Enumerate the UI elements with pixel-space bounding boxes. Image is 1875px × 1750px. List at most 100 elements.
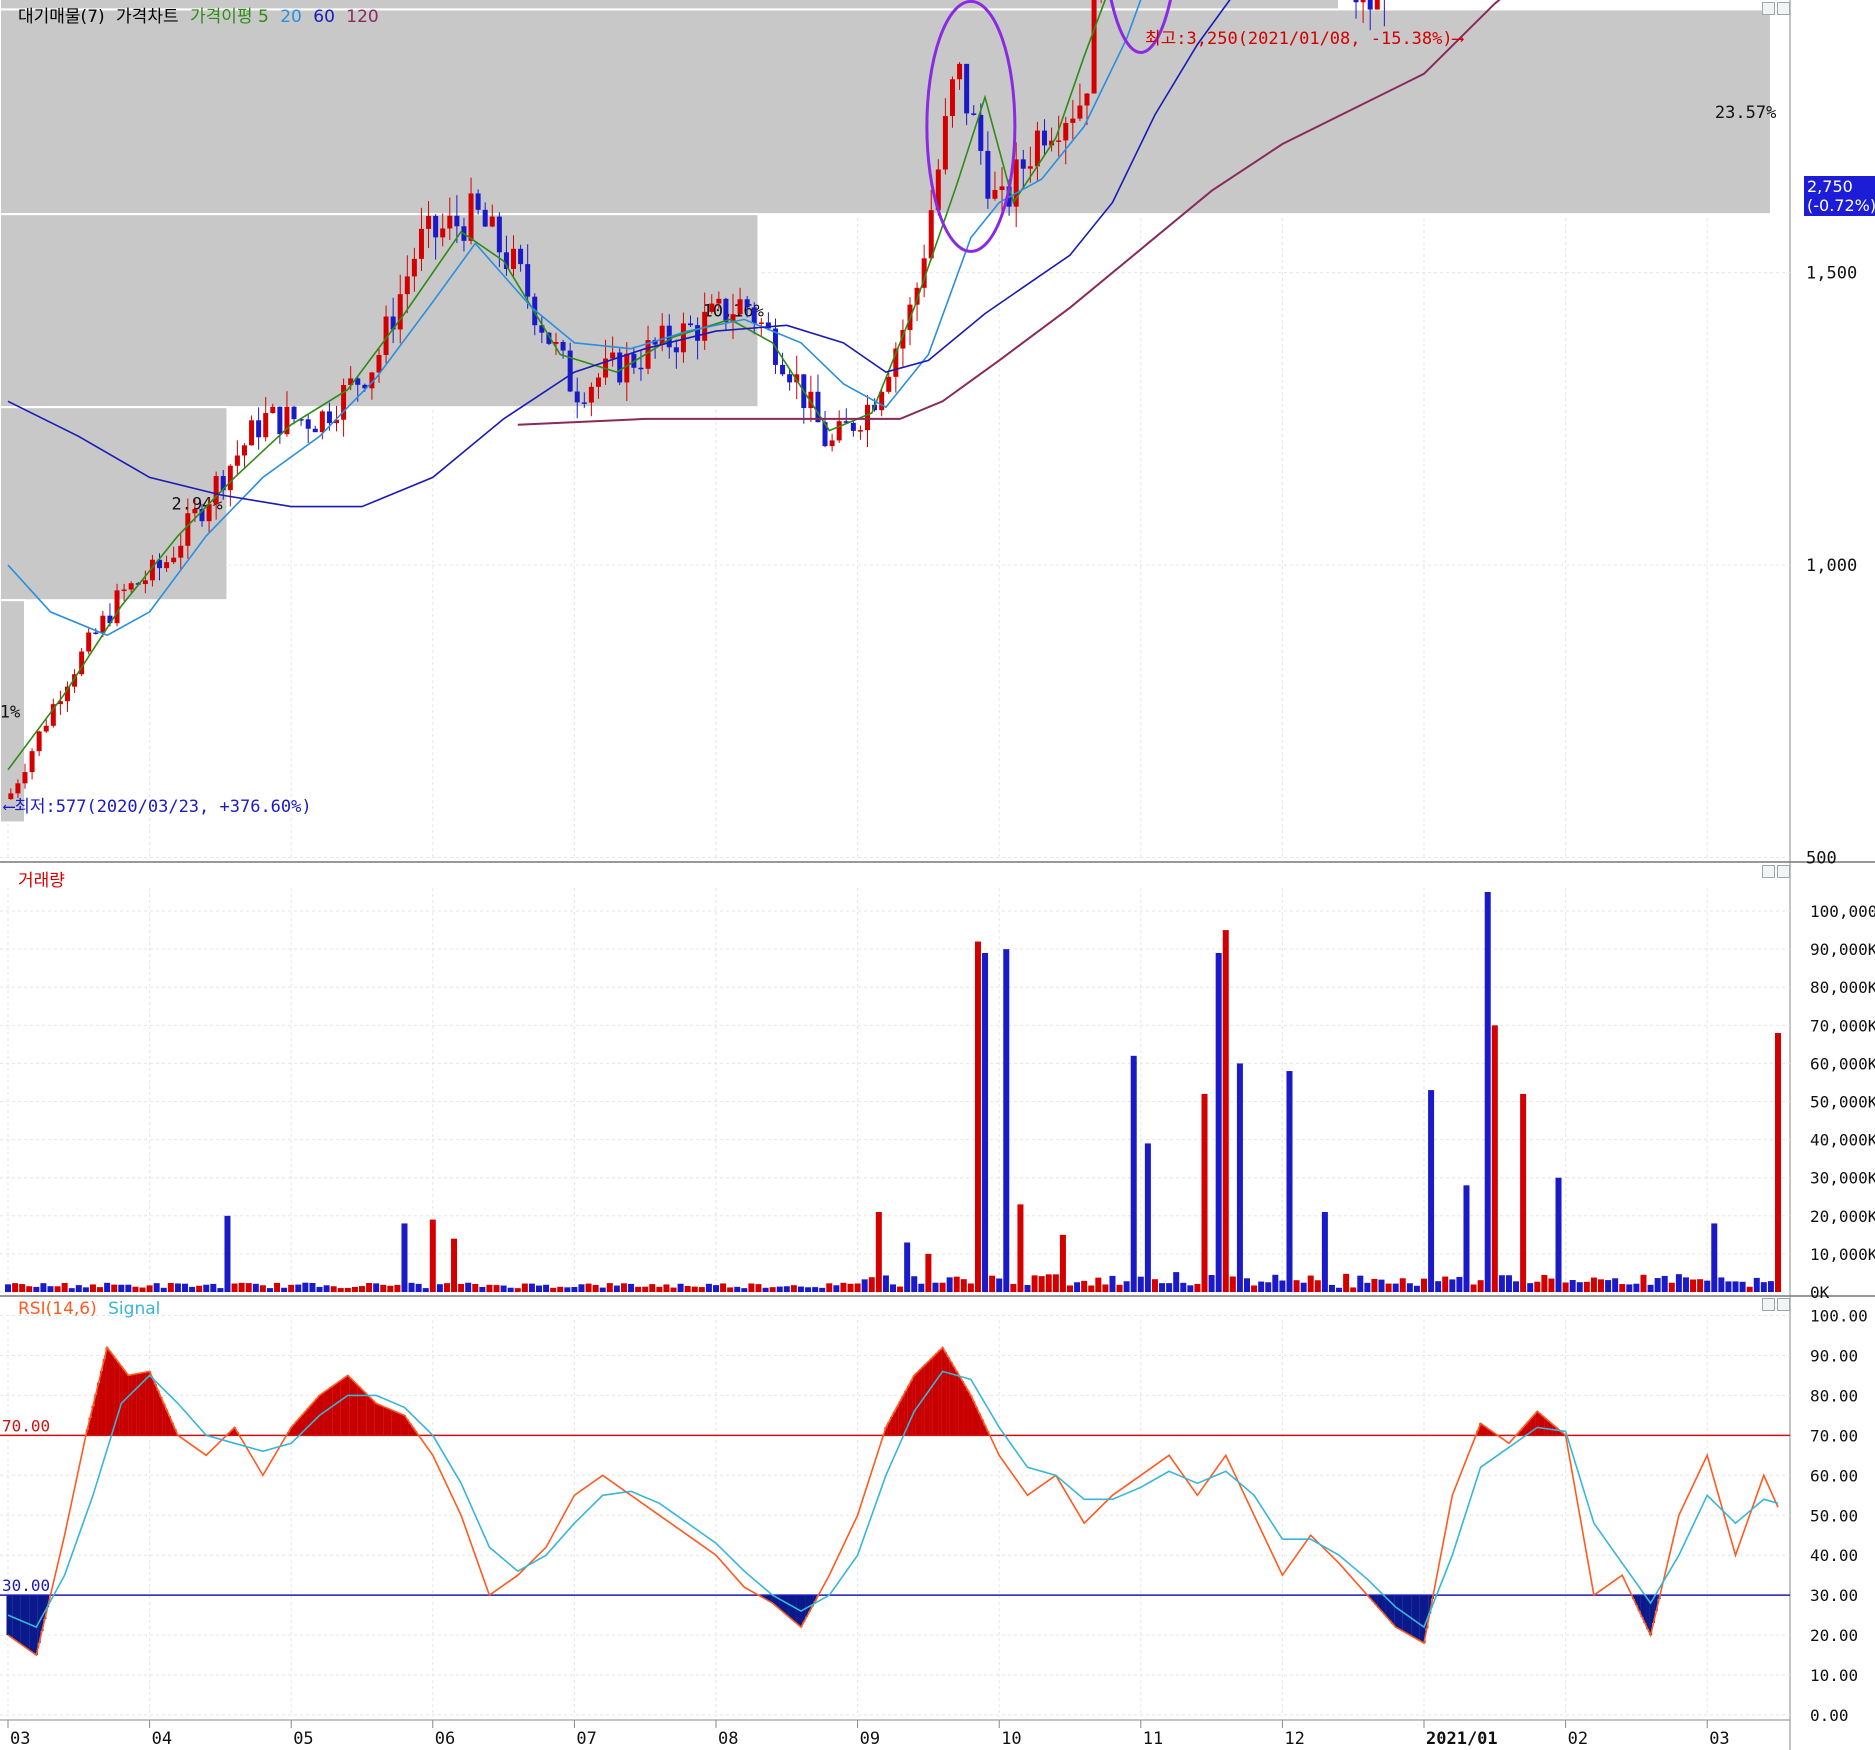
volume-bar [415,1283,422,1292]
candle-body [454,215,460,227]
candle-body [1063,122,1069,141]
volume-bar [684,1285,691,1292]
volume-bar [359,1286,365,1292]
volume-bar [429,1219,436,1292]
volume-bar [1258,1281,1265,1292]
volume-bar [932,1282,939,1292]
volume-pane-minimize-button[interactable] [1762,865,1775,878]
volume-bar [861,1279,868,1292]
volume-bar [656,1286,663,1292]
volume-axis-tick: 10,000K [1810,1245,1875,1264]
volume-bar [387,1285,394,1292]
candle-body [695,325,701,341]
volume-bar [1208,1275,1215,1292]
volume-bar [493,1285,500,1292]
volume-bar [1251,1285,1258,1292]
volume-bar [1293,1280,1300,1292]
volume-bar [160,1287,167,1292]
candle-body [1070,118,1076,123]
candle-body [992,189,998,199]
legend-ma60[interactable]: 60 [313,7,335,27]
candle-body [518,248,524,265]
candle-body [418,228,424,259]
volume-bar [790,1285,797,1292]
candle-body [241,445,247,456]
candle-body [270,406,276,414]
volume-bar [797,1286,804,1292]
volume-axis-tick: 60,000K [1810,1054,1875,1073]
candle-body [475,193,481,210]
candle-body [737,299,743,315]
candle-body [1027,166,1033,169]
volume-bar [1392,1283,1399,1292]
candle-body [942,116,948,170]
volume-bar [1173,1272,1180,1292]
volume-bar [882,1275,889,1292]
current-price-badge: 2,750 (-0.72%) [1804,176,1875,216]
volume-bar [1159,1283,1166,1292]
price-pane-minimize-button[interactable] [1762,2,1775,15]
volume-bar [1059,1234,1066,1292]
volume-bar [833,1285,840,1292]
candle-body [164,562,170,569]
volume-bar [436,1284,443,1292]
price-pane-close-button[interactable] [1777,2,1790,15]
volume-bar [585,1283,592,1292]
volume-bar [309,1283,316,1292]
volume-bar [557,1286,564,1292]
volume-bar [1123,1281,1130,1292]
volume-bar [1286,1071,1293,1292]
candle-body [680,323,686,353]
candle-body [326,411,332,424]
price-axis-tick: 1,000 [1806,556,1857,576]
volume-bar [1498,1275,1505,1292]
volume-pane-close-button[interactable] [1777,865,1790,878]
legend-volume[interactable]: 거래량 [18,871,65,891]
legend-ma120[interactable]: 120 [346,7,378,27]
volume-bar [698,1287,705,1292]
volume-bar [620,1283,627,1292]
high-annotation: 최고:3,250(2021/01/08, -15.38%)⟶ [1145,29,1465,49]
volume-bar [238,1282,245,1292]
rsi-axis-tick: 60.00 [1810,1466,1858,1485]
candle-body [256,420,262,438]
volume-bar [670,1287,677,1292]
candle-body [277,406,283,435]
volume-bar [642,1286,649,1292]
volume-bar [196,1285,203,1292]
current-price-value: 2,750 [1807,177,1853,196]
volume-bar [1626,1284,1633,1292]
volume-legend: 거래량 [18,866,71,891]
volume-bar [1534,1281,1541,1292]
legend-price-chart[interactable]: 가격차트 [116,7,179,27]
volume-bar [1760,1282,1767,1292]
rsi-pane-close-button[interactable] [1777,1298,1790,1311]
stock-chart: 21.93%18.02%23.57%10.16%2.94%0.51%21.07%… [0,0,1875,1750]
volume-bar [366,1282,373,1292]
volume-bar [54,1286,61,1292]
volume-bar [203,1284,210,1292]
volume-axis-tick: 90,000K [1810,940,1875,959]
legend-signal[interactable]: Signal [108,1299,160,1319]
candle-body [638,367,644,370]
volume-bar [875,1212,882,1292]
candle-body [815,391,821,423]
candle-body [411,258,417,277]
volume-bar [1612,1278,1619,1292]
legend-ma20[interactable]: 20 [280,7,302,27]
x-axis-tick: 08 [718,1729,738,1749]
candle-body [511,248,517,269]
volume-bar [281,1287,288,1292]
legend-ma5[interactable]: 가격이평 5 [190,7,269,27]
volume-bar [5,1284,11,1292]
candle-body [985,150,991,199]
candle-body [263,413,269,438]
candle-body [1034,130,1040,167]
volume-bar [536,1285,542,1292]
legend-rsi[interactable]: RSI(14,6) [18,1299,97,1319]
legend-supply[interactable]: 대기매물(7) [18,7,105,27]
volume-bar [1690,1279,1697,1292]
candle-body [525,264,531,297]
volume-bar [734,1286,741,1292]
rsi-pane-minimize-button[interactable] [1762,1298,1775,1311]
